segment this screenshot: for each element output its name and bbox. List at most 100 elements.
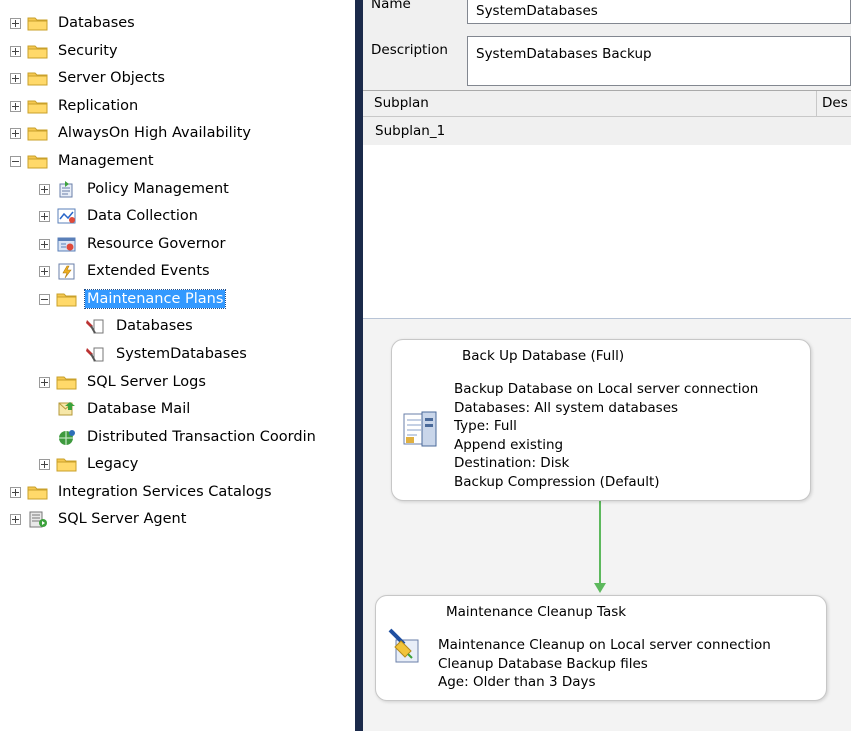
subplan-name-cell: Subplan_1 <box>375 123 446 139</box>
tree-node-policy-management[interactable]: Policy Management <box>39 177 231 201</box>
description-label: Description <box>371 42 448 58</box>
tree-node-label: Distributed Transaction Coordin <box>87 429 316 445</box>
folder-icon <box>56 373 78 391</box>
tree-node-label: Legacy <box>87 456 139 472</box>
tree-node-label: Maintenance Plans <box>83 289 227 309</box>
column-header-description[interactable]: Des <box>817 91 851 117</box>
expand-icon[interactable] <box>10 45 21 57</box>
name-label: Name <box>371 0 411 12</box>
folder-icon <box>27 124 49 142</box>
tree-node-sql-server-agent[interactable]: SQL Server Agent <box>10 507 188 531</box>
plan-properties: Name SystemDatabases Description SystemD… <box>363 0 851 90</box>
tree-node-label: Database Mail <box>87 401 191 417</box>
name-field[interactable]: SystemDatabases <box>467 0 851 24</box>
expand-icon[interactable] <box>39 458 50 470</box>
task-details: Backup Database on Local server connecti… <box>454 380 758 491</box>
tree-node-alwayson[interactable]: AlwaysOn High Availability <box>10 121 253 145</box>
tree-node-data-collection[interactable]: Data Collection <box>39 204 200 228</box>
maintenance-plan-icon <box>85 345 107 363</box>
expand-icon[interactable] <box>39 183 50 195</box>
backup-database-icon <box>402 410 438 454</box>
expand-icon[interactable] <box>10 17 21 29</box>
tree-node-security[interactable]: Security <box>10 39 120 63</box>
tree-node-label: Databases <box>116 318 193 334</box>
task-title: Back Up Database (Full) <box>462 348 625 364</box>
task-detail-line: Backup Compression (Default) <box>454 473 660 490</box>
tree-node-integration-services[interactable]: Integration Services Catalogs <box>10 480 274 504</box>
tree-node-server-objects[interactable]: Server Objects <box>10 66 167 90</box>
expand-icon[interactable] <box>39 265 50 277</box>
extended-events-icon <box>56 262 78 280</box>
pane-splitter[interactable] <box>355 0 363 731</box>
table-row[interactable]: Subplan_1 <box>363 117 851 145</box>
task-detail-line: Cleanup Database Backup files <box>438 655 648 672</box>
tree-node-replication[interactable]: Replication <box>10 94 140 118</box>
folder-icon <box>27 42 49 60</box>
tree-node-label: Security <box>58 43 118 59</box>
folder-icon <box>27 97 49 115</box>
tree-node-legacy[interactable]: Legacy <box>39 452 140 476</box>
tree-node-database-mail[interactable]: Database Mail <box>39 397 192 421</box>
task-title: Maintenance Cleanup Task <box>446 604 627 620</box>
maintenance-plan-designer: Name SystemDatabases Description SystemD… <box>363 0 851 731</box>
task-detail-line: Age: Older than 3 Days <box>438 674 596 690</box>
tree-node-label: Policy Management <box>87 181 229 197</box>
tree-node-maintenance-plans[interactable]: Maintenance Plans <box>39 287 227 311</box>
tree-node-label: SystemDatabases <box>116 346 247 362</box>
tree-node-label: SQL Server Logs <box>87 374 206 390</box>
tree-node-label: Server Objects <box>58 70 165 86</box>
policy-icon <box>56 180 78 198</box>
tree-node-label: Databases <box>58 15 135 31</box>
tree-node-plan-databases[interactable]: Databases <box>68 314 195 338</box>
folder-icon <box>27 14 49 32</box>
tree-node-label: Replication <box>58 98 139 114</box>
expand-icon[interactable] <box>10 127 21 139</box>
tree-node-label: Resource Governor <box>87 236 226 252</box>
backup-database-task[interactable]: Back Up Database (Full) Backup Database … <box>391 339 811 501</box>
database-mail-icon <box>56 400 78 418</box>
tree-node-sql-server-logs[interactable]: SQL Server Logs <box>39 370 208 394</box>
expand-icon[interactable] <box>39 210 50 222</box>
object-explorer-tree: Databases Security Server Objects Replic… <box>0 0 355 731</box>
data-collection-icon <box>56 207 78 225</box>
task-detail-line: Append existing <box>454 436 564 453</box>
column-header-subplan[interactable]: Subplan <box>363 91 817 117</box>
tree-node-label: SQL Server Agent <box>58 511 187 527</box>
collapse-icon[interactable] <box>10 155 21 167</box>
folder-icon <box>56 290 78 308</box>
tree-node-resource-governor[interactable]: Resource Governor <box>39 232 227 256</box>
maintenance-plan-icon <box>85 317 107 335</box>
cleanup-broom-icon <box>386 628 422 668</box>
expand-icon[interactable] <box>10 100 21 112</box>
maintenance-cleanup-task[interactable]: Maintenance Cleanup Task Maintenance Cle… <box>375 595 827 701</box>
folder-icon <box>27 152 49 170</box>
expand-icon[interactable] <box>10 486 21 498</box>
tree-node-label: Integration Services Catalogs <box>58 484 272 500</box>
subplan-grid: Subplan Des Subplan_1 <box>363 90 851 319</box>
expand-icon[interactable] <box>10 513 21 525</box>
tree-node-dtc[interactable]: Distributed Transaction Coordin <box>39 425 318 449</box>
expand-icon[interactable] <box>39 376 50 388</box>
task-detail-line: Backup Database on Local server connecti… <box>454 381 759 397</box>
expand-icon[interactable] <box>39 238 50 250</box>
tree-node-databases[interactable]: Databases <box>10 11 137 35</box>
collapse-icon[interactable] <box>39 293 50 305</box>
tree-node-extended-events[interactable]: Extended Events <box>39 259 212 283</box>
expand-icon[interactable] <box>10 72 21 84</box>
dtc-icon <box>56 428 78 446</box>
sql-agent-icon <box>27 510 49 528</box>
task-detail-line: Type: Full <box>454 418 517 434</box>
design-surface: Back Up Database (Full) Backup Database … <box>363 318 851 731</box>
tree-node-label: AlwaysOn High Availability <box>58 125 252 141</box>
tree-node-plan-systemdatabases[interactable]: SystemDatabases <box>68 342 249 366</box>
tree-node-label: Extended Events <box>87 263 210 279</box>
task-detail-line: Maintenance Cleanup on Local server conn… <box>438 637 771 653</box>
task-detail-line: Databases: All system databases <box>454 399 679 416</box>
folder-icon <box>56 455 78 473</box>
description-field[interactable]: SystemDatabases Backup <box>467 36 851 86</box>
tree-node-management[interactable]: Management <box>10 149 156 173</box>
tree-node-label: Management <box>58 153 154 169</box>
task-detail-line: Destination: Disk <box>454 455 570 471</box>
resource-governor-icon <box>56 235 78 253</box>
folder-icon <box>27 483 49 501</box>
